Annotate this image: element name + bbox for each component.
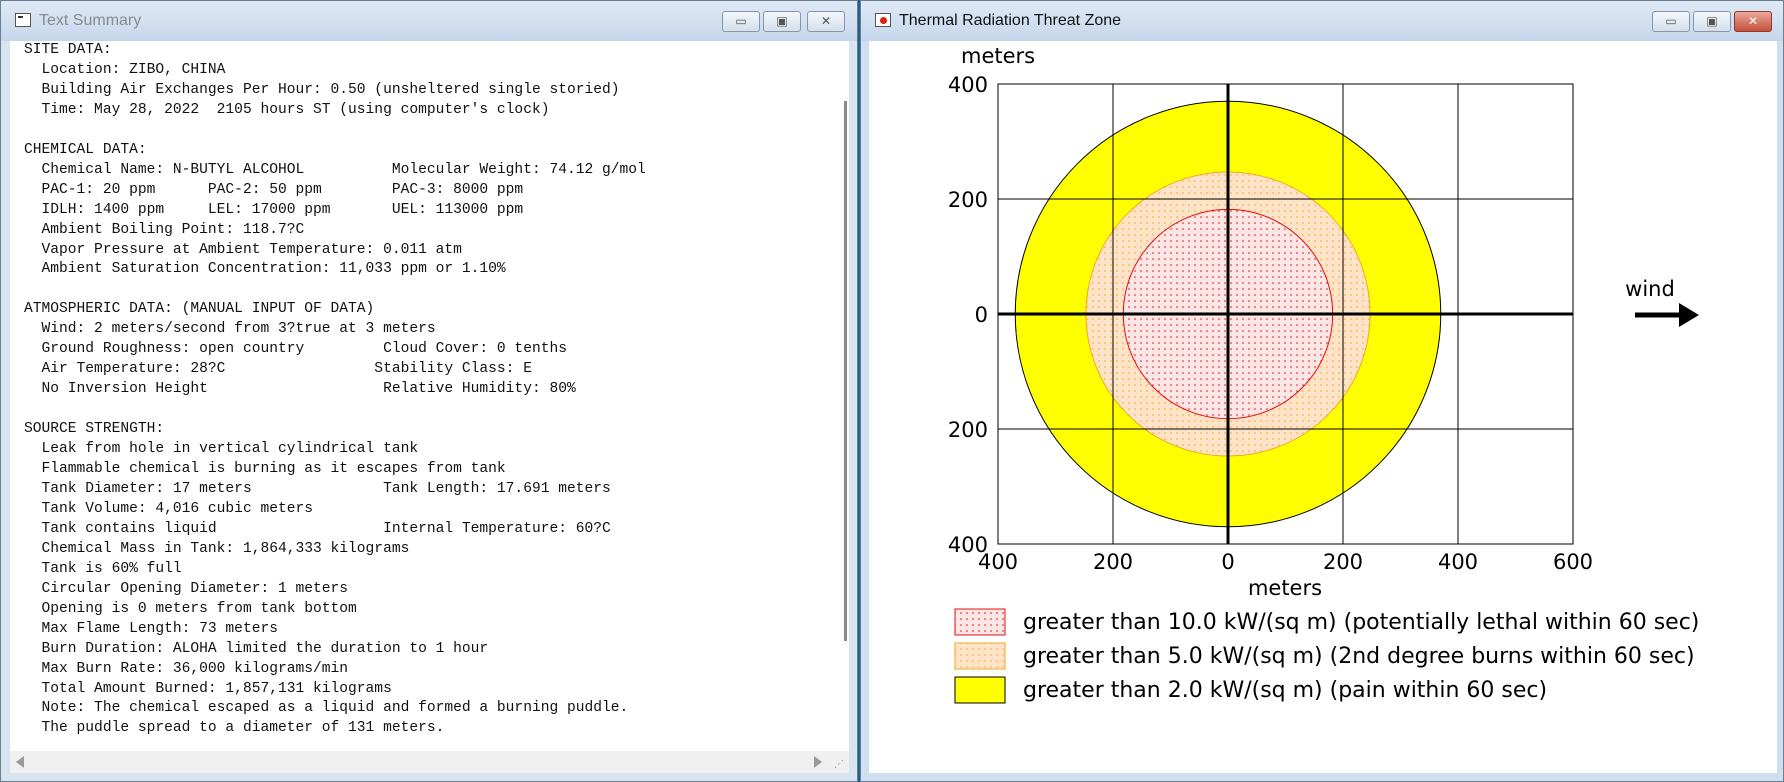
summary-text: SITE DATA: Location: ZIBO, CHINA Buildin…	[24, 42, 646, 737]
window-app-icon	[875, 13, 891, 27]
legend-swatch	[954, 608, 1006, 636]
window-title: Thermal Radiation Threat Zone	[899, 12, 1122, 29]
y-axis-label: meters	[961, 44, 1035, 68]
scrollbar-thumb[interactable]	[844, 101, 847, 641]
x-tick-label: 200	[1323, 550, 1363, 574]
resize-grip-icon[interactable]: ⋰	[834, 759, 844, 770]
minimize-button[interactable]: ▭	[722, 11, 760, 32]
text-summary-window[interactable]: Text Summary ▭ ▣ ✕ SITE DATA: Location: …	[0, 0, 858, 782]
close-button[interactable]: ✕	[1734, 11, 1772, 32]
threat-zone-chart: 400 200 0 200 400 6004002000200400metersmeter…	[948, 44, 1699, 704]
wind-arrow-head-icon	[1679, 303, 1699, 327]
scroll-left-icon[interactable]	[16, 756, 24, 768]
threat-zone-plot-area: 400 200 0 200 400 600 400 200 0 200 400 meters meter…	[869, 41, 1777, 773]
y-tick-label: 200	[948, 188, 988, 212]
y-tick-label: 0	[975, 303, 988, 327]
close-button[interactable]: ✕	[807, 11, 845, 32]
legend-label: greater than 10.0 kW/(sq m) (potentially…	[1023, 610, 1699, 635]
horizontal-scrollbar[interactable]: ⋰	[10, 751, 849, 773]
x-tick-label: 400	[1438, 550, 1478, 574]
window-title: Text Summary	[39, 12, 142, 29]
legend-swatch	[954, 642, 1006, 670]
legend-label: greater than 2.0 kW/(sq m) (pain within …	[1023, 678, 1547, 703]
legend-swatch	[954, 676, 1006, 704]
scroll-right-icon[interactable]	[814, 756, 822, 768]
vertical-scrollbar[interactable]	[840, 63, 849, 643]
x-tick-label: 0	[1221, 550, 1234, 574]
x-axis-label: meters	[1248, 576, 1322, 600]
threat-zone-titlebar[interactable]: Thermal Radiation Threat Zone ▭ ▣ ✕	[861, 1, 1783, 41]
threat-zone-window[interactable]: Thermal Radiation Threat Zone ▭ ▣ ✕ 400 2…	[860, 0, 1784, 782]
maximize-button[interactable]: ▣	[1693, 11, 1731, 32]
y-tick-label: 400	[948, 73, 988, 97]
x-tick-label: 200	[1093, 550, 1133, 574]
wind-label: wind	[1625, 277, 1675, 301]
minimize-button[interactable]: ▭	[1652, 11, 1690, 32]
y-tick-label: 400	[948, 533, 988, 557]
maximize-button[interactable]: ▣	[763, 11, 801, 32]
summary-text-area[interactable]: SITE DATA: Location: ZIBO, CHINA Buildin…	[10, 41, 849, 751]
legend-label: greater than 5.0 kW/(sq m) (2nd degree b…	[1023, 644, 1695, 669]
window-app-icon	[15, 13, 31, 27]
y-tick-label: 200	[948, 418, 988, 442]
text-summary-titlebar[interactable]: Text Summary ▭ ▣ ✕	[1, 1, 857, 41]
x-tick-label: 600	[1553, 550, 1593, 574]
